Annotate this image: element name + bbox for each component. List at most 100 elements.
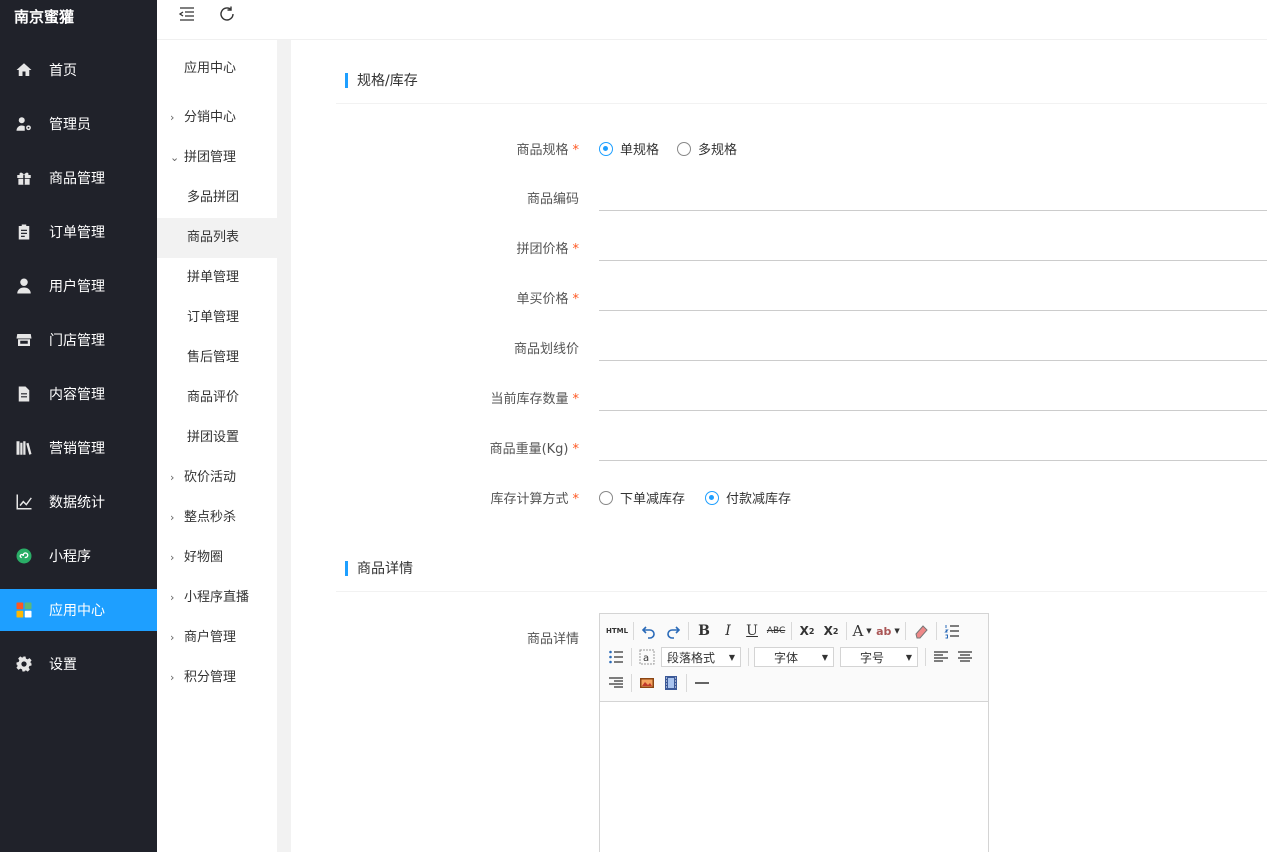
html-source-button[interactable]: HTML	[606, 621, 628, 641]
submenu-item-merchants[interactable]: › 商户管理	[157, 618, 277, 658]
single-price-input[interactable]	[599, 282, 1267, 310]
horizontal-rule-icon[interactable]	[692, 673, 712, 693]
paragraph-format-select[interactable]: 段落格式 ▼	[661, 647, 741, 667]
submenu-title: 应用中心	[184, 61, 237, 76]
section-title: 规格/库存	[357, 73, 418, 89]
align-left-icon[interactable]	[931, 647, 951, 667]
user-icon	[15, 277, 33, 295]
unordered-list-icon[interactable]	[606, 647, 626, 667]
submenu-label: 分销中心	[184, 110, 237, 125]
submenu-child-group-orders[interactable]: 拼单管理	[157, 258, 277, 298]
submenu-item-goods-circle[interactable]: › 好物圈	[157, 538, 277, 578]
toolbar-separator	[748, 648, 749, 666]
toolbar-separator	[631, 674, 632, 692]
eraser-icon[interactable]	[911, 621, 931, 641]
anchor-icon[interactable]: a	[637, 647, 657, 667]
strikethrough-icon[interactable]: ABC	[766, 621, 786, 641]
stock-input[interactable]	[599, 382, 1267, 410]
redo-icon[interactable]	[663, 621, 683, 641]
underline-icon[interactable]: U	[742, 621, 762, 641]
refresh-icon[interactable]	[218, 5, 236, 23]
submenu-child-order-manage[interactable]: 订单管理	[157, 298, 277, 338]
radio-multi-spec[interactable]: 多规格	[677, 139, 737, 158]
submenu-label: 积分管理	[184, 670, 237, 685]
toolbar-row: HTML B I U ABC X2 X2 A ▼ ab ▼	[606, 618, 982, 644]
goods-code-input[interactable]	[599, 182, 1267, 210]
highlight-color-icon[interactable]: ab ▼	[876, 621, 900, 641]
nav-item-users[interactable]: 用户管理	[0, 259, 157, 313]
italic-icon[interactable]: I	[718, 621, 738, 641]
nav-item-marketing[interactable]: 营销管理	[0, 421, 157, 475]
submenu-label: 拼团管理	[184, 150, 237, 165]
superscript-icon[interactable]: X2	[797, 621, 817, 641]
form-label: 商品重量(Kg) *	[489, 442, 579, 457]
submenu-item-points[interactable]: › 积分管理	[157, 658, 277, 698]
nav-item-admin[interactable]: 管理员	[0, 97, 157, 151]
radio-single-spec[interactable]: 单规格	[599, 139, 659, 158]
nav-label: 门店管理	[49, 333, 105, 349]
store-icon	[15, 331, 33, 349]
submenu-item-flash-sale[interactable]: › 整点秒杀	[157, 498, 277, 538]
bold-icon[interactable]: B	[694, 621, 714, 641]
chevron-right-icon: ›	[170, 551, 175, 564]
insert-image-icon[interactable]	[637, 673, 657, 693]
toolbar-separator	[846, 622, 848, 640]
nav-item-statistics[interactable]: 数据统计	[0, 475, 157, 529]
form-label: 拼团价格 *	[516, 242, 579, 257]
undo-icon[interactable]	[639, 621, 659, 641]
nav-item-content[interactable]: 内容管理	[0, 367, 157, 421]
main-sidebar: 南京蜜獾 首页 管理员 商品管理 订单管理 用户管理 门店管理 内容管理 营销管…	[0, 0, 157, 852]
align-center-icon[interactable]	[955, 647, 975, 667]
sub-menu: 应用中心 › 分销中心 ⌄ 拼团管理 多品拼团 商品列表 拼单管理 订单管理 售…	[157, 40, 277, 852]
toolbar-separator	[935, 622, 937, 640]
nav-item-stores[interactable]: 门店管理	[0, 313, 157, 367]
section-title: 商品详情	[357, 561, 413, 577]
form-label: 库存计算方式 *	[490, 492, 579, 507]
align-right-icon[interactable]	[606, 673, 626, 693]
input-underline	[599, 410, 1267, 411]
weight-input[interactable]	[599, 432, 1267, 460]
toolbar-separator	[791, 622, 793, 640]
editor-content-area[interactable]	[600, 702, 988, 852]
radio-pay-deduct[interactable]: 付款减库存	[705, 488, 791, 507]
submenu-item-live[interactable]: › 小程序直播	[157, 578, 277, 618]
radio-order-deduct[interactable]: 下单减库存	[599, 488, 685, 507]
font-family-select[interactable]: 字体 ▼	[754, 647, 834, 667]
nav-label: 小程序	[49, 549, 91, 565]
nav-item-goods[interactable]: 商品管理	[0, 151, 157, 205]
nav-item-orders[interactable]: 订单管理	[0, 205, 157, 259]
submenu-child-multi-group[interactable]: 多品拼团	[157, 178, 277, 218]
nav-item-miniprogram[interactable]: 小程序	[0, 529, 157, 583]
nav-label: 商品管理	[49, 171, 105, 187]
submenu-label: 好物圈	[184, 550, 224, 565]
input-underline	[599, 210, 1267, 211]
menu-fold-icon[interactable]	[178, 5, 196, 23]
apps-icon	[15, 601, 33, 619]
insert-video-icon[interactable]	[661, 673, 681, 693]
form-row-stock-calc: 库存计算方式 * 下单减库存 付款减库存	[291, 482, 1267, 512]
submenu-child-group-settings[interactable]: 拼团设置	[157, 418, 277, 458]
nav-label: 首页	[49, 63, 77, 79]
form-label: 商品规格 *	[516, 143, 579, 158]
submenu-child-after-sale[interactable]: 售后管理	[157, 338, 277, 378]
line-price-input[interactable]	[599, 332, 1267, 360]
font-size-select[interactable]: 字号 ▼	[840, 647, 918, 667]
nav-item-settings[interactable]: 设置	[0, 637, 157, 691]
radio-dot	[705, 490, 719, 505]
submenu-child-goods-list[interactable]: 商品列表	[157, 218, 277, 258]
svg-text:a: a	[643, 653, 649, 664]
ordered-list-icon[interactable]	[942, 621, 962, 641]
books-icon	[15, 439, 33, 457]
nav-item-home[interactable]: 首页	[0, 43, 157, 97]
submenu-child-goods-review[interactable]: 商品评价	[157, 378, 277, 418]
content-gutter	[277, 40, 291, 852]
subscript-icon[interactable]: X2	[821, 621, 841, 641]
nav-item-app-center[interactable]: 应用中心	[0, 589, 157, 631]
group-price-input[interactable]	[599, 232, 1267, 260]
chevron-right-icon: ›	[170, 671, 175, 684]
submenu-item-group-buy[interactable]: ⌄ 拼团管理	[157, 138, 277, 178]
submenu-item-distribution[interactable]: › 分销中心	[157, 98, 277, 138]
submenu-label: 小程序直播	[184, 590, 250, 605]
submenu-item-bargain[interactable]: › 砍价活动	[157, 458, 277, 498]
font-color-icon[interactable]: A ▼	[852, 621, 872, 641]
